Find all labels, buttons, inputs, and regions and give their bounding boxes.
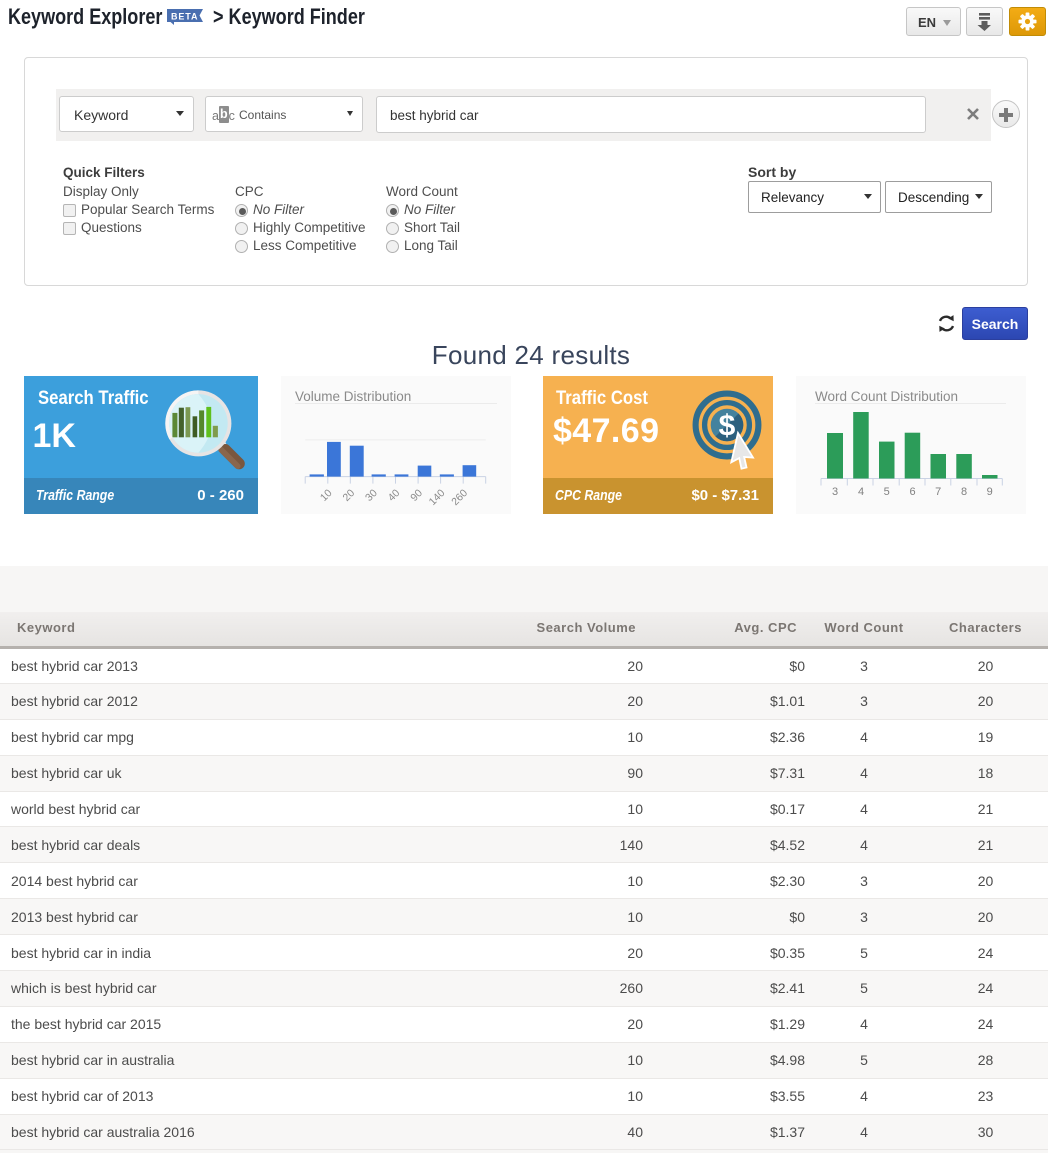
svg-text:9: 9	[987, 486, 993, 498]
svg-text:8: 8	[961, 486, 967, 498]
svg-text:10: 10	[318, 487, 335, 504]
svg-text:140: 140	[427, 487, 448, 508]
svg-text:4: 4	[858, 486, 864, 498]
svg-text:3: 3	[832, 486, 838, 498]
svg-text:90: 90	[408, 487, 425, 504]
svg-text:BETA: BETA	[171, 12, 198, 22]
svg-text:30: 30	[363, 487, 380, 504]
svg-text:6: 6	[909, 486, 915, 498]
svg-text:7: 7	[935, 486, 941, 498]
svg-text:260: 260	[449, 487, 470, 508]
svg-text:40: 40	[386, 487, 403, 504]
svg-text:20: 20	[340, 487, 357, 504]
svg-text:5: 5	[884, 486, 890, 498]
svg-text:$: $	[719, 410, 736, 443]
